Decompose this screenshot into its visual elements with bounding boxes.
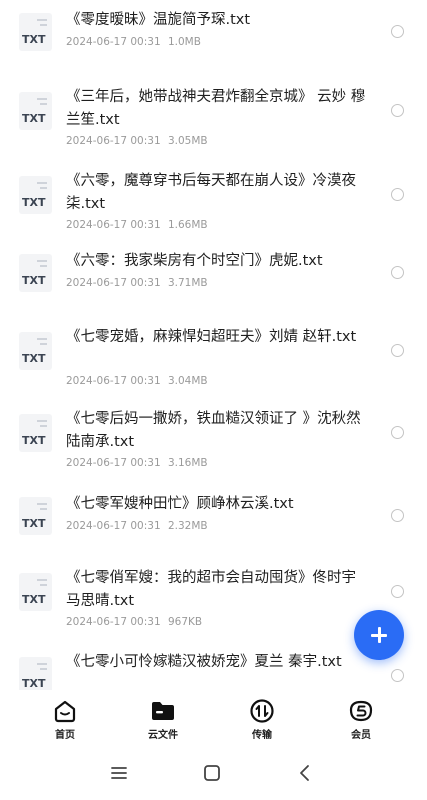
file-meta: 2024-06-17 00:31 967KB xyxy=(66,616,206,628)
folder-icon xyxy=(150,698,176,724)
tab-vip-label: 会员 xyxy=(351,730,371,741)
tab-home[interactable]: 首页 xyxy=(35,698,95,741)
file-size: 2.32MB xyxy=(167,520,208,532)
file-meta: 2024-06-17 00:31 3.05MB xyxy=(66,135,212,147)
file-size: 3.16MB xyxy=(167,457,208,469)
back-icon[interactable] xyxy=(294,762,316,784)
add-button[interactable] xyxy=(354,610,404,660)
tab-cloud-files-label: 云文件 xyxy=(148,730,178,741)
select-radio[interactable] xyxy=(391,25,404,38)
file-size: 3.04MB xyxy=(167,375,208,387)
file-name: 《三年后，她带战神夫君炸翻全京城》 云妙 穆兰笙.txt xyxy=(66,89,366,128)
txt-file-icon: TXT xyxy=(19,414,52,452)
home-square-icon[interactable] xyxy=(201,762,223,784)
file-type-label: TXT xyxy=(22,593,46,606)
file-type-label: TXT xyxy=(22,517,46,530)
transfer-icon xyxy=(249,698,275,724)
tab-vip[interactable]: 会员 xyxy=(331,698,391,741)
file-name: 《零度暧昧》温旎简予琛.txt xyxy=(66,12,251,28)
file-name: 《七零小可怜嫁糙汉被娇宠》夏兰 秦宇.txt xyxy=(66,654,342,670)
select-radio[interactable] xyxy=(391,426,404,439)
file-name: 《七零后妈一撒娇，铁血糙汉领证了 》沈秋然 陆南承.txt xyxy=(66,411,361,450)
file-type-label: TXT xyxy=(22,274,46,287)
file-meta: 2024-06-17 00:31 1.66MB xyxy=(66,219,212,231)
file-name: 《七零宠婚，麻辣悍妇超旺夫》刘婧 赵轩.txt xyxy=(66,329,357,345)
file-type-label: TXT xyxy=(22,434,46,447)
select-radio[interactable] xyxy=(391,266,404,279)
select-radio[interactable] xyxy=(391,585,404,598)
file-date: 2024-06-17 00:31 xyxy=(66,375,161,387)
home-icon xyxy=(52,698,78,724)
file-date: 2024-06-17 00:31 xyxy=(66,520,161,532)
txt-file-icon: TXT xyxy=(19,13,52,51)
file-list: TXT 《零度暧昧》温旎简予琛.txt 2024-06-17 00:31 1.0… xyxy=(0,0,427,690)
file-meta: 2024-06-17 00:31 3.71MB xyxy=(66,277,212,289)
file-meta: 2024-06-17 00:31 3.04MB xyxy=(66,375,212,387)
file-type-label: TXT xyxy=(22,112,46,125)
file-date: 2024-06-17 00:31 xyxy=(66,457,161,469)
txt-file-icon: TXT xyxy=(19,332,52,370)
file-meta: 2024-06-17 00:31 1.0MB xyxy=(66,36,205,48)
txt-file-icon: TXT xyxy=(19,497,52,535)
file-meta: 2024-06-17 00:31 2.32MB xyxy=(66,520,212,532)
system-nav-bar xyxy=(0,746,427,800)
file-size: 1.0MB xyxy=(167,36,201,48)
file-size: 967KB xyxy=(167,616,203,628)
file-date: 2024-06-17 00:31 xyxy=(66,135,161,147)
file-type-label: TXT xyxy=(22,33,46,46)
select-radio[interactable] xyxy=(391,188,404,201)
select-radio[interactable] xyxy=(391,104,404,117)
select-radio[interactable] xyxy=(391,509,404,522)
file-date: 2024-06-17 00:31 xyxy=(66,616,161,628)
txt-file-icon: TXT xyxy=(19,92,52,130)
select-radio[interactable] xyxy=(391,344,404,357)
file-date: 2024-06-17 00:31 xyxy=(66,36,161,48)
tab-transfer-label: 传输 xyxy=(252,730,272,741)
txt-file-icon: TXT xyxy=(19,254,52,292)
txt-file-icon: TXT xyxy=(19,573,52,611)
txt-file-icon: TXT xyxy=(19,176,52,214)
file-size: 3.05MB xyxy=(167,135,208,147)
file-name: 《六零：我家柴房有个时空门》虎妮.txt xyxy=(66,253,323,269)
file-size: 3.71MB xyxy=(167,277,208,289)
tab-transfer[interactable]: 传输 xyxy=(232,698,292,741)
menu-icon[interactable] xyxy=(108,762,130,784)
txt-file-icon: TXT xyxy=(19,657,52,690)
file-name: 《六零，魔尊穿书后每天都在崩人设》冷漠夜柒.txt xyxy=(66,173,356,212)
file-type-label: TXT xyxy=(22,352,46,365)
file-size: 1.66MB xyxy=(167,219,208,231)
file-type-label: TXT xyxy=(22,677,46,690)
file-name: 《七零军嫂种田忙》顾峥林云溪.txt xyxy=(66,496,294,512)
file-type-label: TXT xyxy=(22,196,46,209)
bottom-tab-bar: 首页 云文件 传输 会员 xyxy=(0,690,427,746)
select-radio[interactable] xyxy=(391,669,404,682)
vip-icon xyxy=(348,698,374,724)
file-name: 《七零俏军嫂：我的超市会自动囤货》佟时宇马思晴.txt xyxy=(66,570,356,609)
tab-home-label: 首页 xyxy=(55,730,75,741)
file-date: 2024-06-17 00:31 xyxy=(66,219,161,231)
file-meta: 2024-06-17 00:31 3.16MB xyxy=(66,457,212,469)
file-date: 2024-06-17 00:31 xyxy=(66,277,161,289)
tab-cloud-files[interactable]: 云文件 xyxy=(133,698,193,741)
